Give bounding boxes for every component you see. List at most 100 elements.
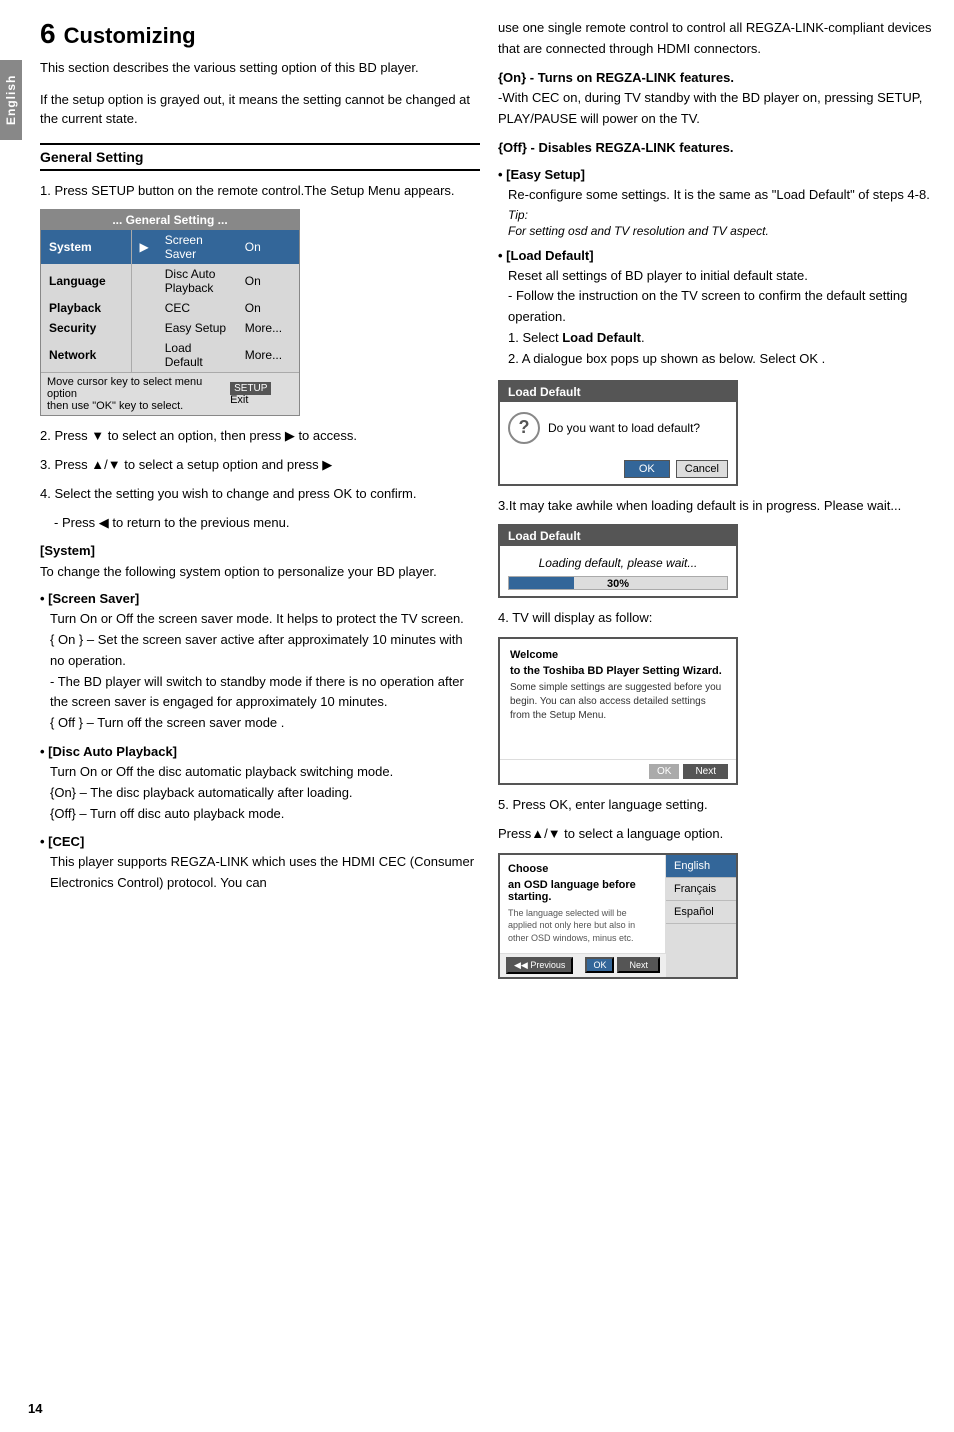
easy-setup-tip: Tip: <box>508 208 948 222</box>
easy-setup-heading: [Easy Setup] <box>498 167 948 182</box>
choose-title: Choose <box>508 863 657 875</box>
wizard-text: Some simple settings are suggested befor… <box>510 681 726 723</box>
cec-on-label: {On} - Turns on REGZA-LINK features. <box>498 70 734 85</box>
step2-text: 2. Press ▼ to select an option, then pre… <box>40 426 480 447</box>
lang-option-english[interactable]: English <box>666 855 736 878</box>
system-desc: To change the following system option to… <box>40 562 480 583</box>
progress-body: Loading default, please wait... 30% <box>500 546 736 596</box>
disc-auto-section: [Disc Auto Playback] Turn On or Off the … <box>40 744 480 824</box>
screen-saver-heading: [Screen Saver] <box>40 591 480 606</box>
easy-setup-tip-text: For setting osd and TV resolution and TV… <box>508 224 948 238</box>
cec-section: [CEC] This player supports REGZA-LINK wh… <box>40 834 480 894</box>
cec-off: {Off} - Disables REGZA-LINK features. <box>498 138 948 159</box>
load-default-dialog: Load Default ? Do you want to load defau… <box>498 380 738 486</box>
menu-status-line2: then use "OK" key to select. <box>47 400 183 412</box>
menu-row-network: Network Load Default More... <box>41 338 299 372</box>
disc-auto-p2: {On} – The disc playback automatically a… <box>50 783 480 804</box>
disc-auto-p1: Turn On or Off the disc automatic playba… <box>50 762 480 783</box>
language-chooser-screenshot: Choose an OSD language before starting. … <box>498 853 738 979</box>
dialog-body: ? Do you want to load default? <box>500 402 736 454</box>
wizard-title: Welcome <box>510 649 726 661</box>
step3-text: 3. Press ▲/▼ to select a setup option an… <box>40 455 480 476</box>
menu-value-disc-auto: Disc Auto Playback <box>157 264 237 298</box>
screen-saver-p4: { Off } – Turn off the screen saver mode… <box>50 713 480 734</box>
menu-row-security: Security Easy Setup More... <box>41 318 299 338</box>
step4-text: 4. Select the setting you wish to change… <box>40 484 480 505</box>
lang-footer-right-buttons: OK Next <box>585 957 660 973</box>
menu-status-line1: Move cursor key to select menu option <box>47 376 202 400</box>
cec-on-detail: -With CEC on, during TV standby with the… <box>498 90 922 126</box>
wizard-subtitle: to the Toshiba BD Player Setting Wizard. <box>510 665 726 677</box>
menu-status-network: More... <box>237 338 299 372</box>
menu-status-playback: On <box>237 298 299 318</box>
progress-bar: 30% <box>508 576 728 590</box>
cec-p1: This player supports REGZA-LINK which us… <box>50 852 480 894</box>
disc-auto-p3: {Off} – Turn off disc auto playback mode… <box>50 804 480 825</box>
cec-off-label: {Off} - Disables REGZA-LINK features. <box>498 140 734 155</box>
menu-arrow-playback <box>131 298 157 318</box>
load-default-section: [Load Default] Reset all settings of BD … <box>498 248 948 370</box>
lang-chooser-footer: ◀◀ Previous OK Next <box>500 953 666 977</box>
system-heading: [System] <box>40 543 480 558</box>
intro-p1: This section describes the various setti… <box>40 58 480 78</box>
step4-display-text: 4. TV will display as follow: <box>498 608 948 629</box>
dialog-question-icon: ? <box>508 412 540 444</box>
lang-chooser-left: Choose an OSD language before starting. … <box>500 855 666 953</box>
menu-label-playback: Playback <box>41 298 131 318</box>
menu-status-system: On <box>237 230 299 264</box>
intro-p2: If the setup option is grayed out, it me… <box>40 90 480 129</box>
menu-status-bar: Move cursor key to select menu option th… <box>41 372 299 415</box>
menu-arrow-network <box>131 338 157 372</box>
load-default-p1: Reset all settings of BD player to initi… <box>508 266 948 287</box>
progress-dialog-title: Load Default <box>500 526 736 546</box>
dialog-question-text: Do you want to load default? <box>548 421 700 435</box>
load-default-step1: 1. Select Load Default. <box>508 328 948 349</box>
screen-saver-p3: - The BD player will switch to standby m… <box>50 672 480 714</box>
menu-row-system: System ▶ Screen Saver On <box>41 230 299 264</box>
dialog-ok-button[interactable]: OK <box>624 460 670 478</box>
chapter-title: Customizing <box>64 23 196 49</box>
wizard-body: Welcome to the Toshiba BD Player Setting… <box>500 639 736 759</box>
chapter-number: 6 <box>40 18 56 50</box>
menu-value-cec: CEC <box>157 298 237 318</box>
right-column: use one single remote control to control… <box>498 18 948 1414</box>
menu-screenshot: ... General Setting ... System ▶ Screen … <box>40 209 300 416</box>
step3-loading-text: 3.It may take awhile when loading defaul… <box>498 496 948 517</box>
menu-status-text: Move cursor key to select menu option th… <box>47 376 230 412</box>
wizard-ok-button[interactable]: OK <box>649 764 679 779</box>
lang-prev-button[interactable]: ◀◀ Previous <box>506 957 573 974</box>
lang-ok-button[interactable]: OK <box>585 957 614 973</box>
general-setting-title: General Setting <box>40 149 143 165</box>
language-tab: English <box>0 60 22 140</box>
welcome-wizard-screenshot: Welcome to the Toshiba BD Player Setting… <box>498 637 738 785</box>
menu-status-security: More... <box>237 318 299 338</box>
lang-option-francais[interactable]: Français <box>666 878 736 901</box>
menu-buttons: SETUP Exit <box>230 382 293 406</box>
wizard-next-button[interactable]: Next <box>683 764 728 779</box>
menu-table: System ▶ Screen Saver On Language Disc A… <box>41 230 299 372</box>
lang-next-button[interactable]: Next <box>617 957 660 973</box>
menu-arrow-system: ▶ <box>131 230 157 264</box>
progress-loading-text: Loading default, please wait... <box>508 556 728 570</box>
screen-saver-p2: { On } – Set the screen saver active aft… <box>50 630 480 672</box>
lang-option-espanol[interactable]: Español <box>666 901 736 924</box>
easy-setup-p1: Re-configure some settings. It is the sa… <box>508 185 948 206</box>
wizard-buttons: OK Next <box>500 759 736 783</box>
screen-saver-p1: Turn On or Off the screen saver mode. It… <box>50 609 480 630</box>
lang-chooser-wrapper: Choose an OSD language before starting. … <box>500 855 666 977</box>
dialog-cancel-button[interactable]: Cancel <box>676 460 728 478</box>
cec-on: {On} - Turns on REGZA-LINK features. -Wi… <box>498 68 948 130</box>
menu-value-load-default: Load Default <box>157 338 237 372</box>
load-default-heading: [Load Default] <box>498 248 948 263</box>
general-setting-section-header: General Setting <box>40 143 480 171</box>
menu-arrow-language <box>131 264 157 298</box>
cec-heading: [CEC] <box>40 834 480 849</box>
page-number: 14 <box>28 1401 42 1416</box>
cec-continued: use one single remote control to control… <box>498 18 948 60</box>
menu-row-language: Language Disc Auto Playback On <box>41 264 299 298</box>
step5-sub: Press▲/▼ to select a language option. <box>498 824 948 845</box>
menu-value-screen-saver: Screen Saver <box>157 230 237 264</box>
lang-chooser-right: English Français Español <box>666 855 736 977</box>
screen-saver-section: [Screen Saver] Turn On or Off the screen… <box>40 591 480 734</box>
menu-label-network: Network <box>41 338 131 372</box>
